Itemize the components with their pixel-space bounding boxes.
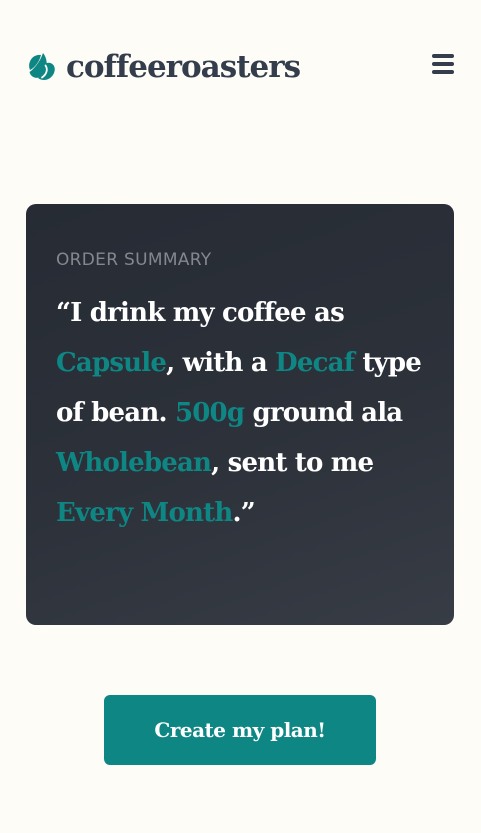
- create-plan-button[interactable]: Create my plan!: [104, 695, 376, 765]
- close-quote: .”: [232, 498, 255, 528]
- logo[interactable]: coffeeroasters: [26, 49, 301, 85]
- order-summary-card: ORDER SUMMARY “I drink my coffee as Caps…: [26, 204, 454, 625]
- site-header: coffeeroasters: [26, 48, 456, 86]
- summary-text-2: , with a: [166, 348, 276, 378]
- coffee-bean-icon: [29, 53, 55, 81]
- logo-text: coffeeroasters: [66, 49, 301, 85]
- summary-text-1: I drink my coffee as: [70, 298, 345, 328]
- order-summary-text: “I drink my coffee as Capsule, with a De…: [56, 288, 424, 538]
- open-quote: “: [56, 298, 71, 328]
- bean-type-value: Decaf: [275, 348, 355, 378]
- preference-value: Capsule: [56, 348, 167, 378]
- summary-text-5: , sent to me: [211, 448, 374, 478]
- delivery-value: Every Month: [56, 498, 233, 528]
- quantity-value: 500g: [174, 398, 245, 428]
- order-summary-heading: ORDER SUMMARY: [56, 250, 212, 270]
- hamburger-menu-icon[interactable]: [432, 54, 454, 76]
- summary-text-4: ground ala: [244, 398, 403, 428]
- grind-value: Wholebean: [56, 448, 212, 478]
